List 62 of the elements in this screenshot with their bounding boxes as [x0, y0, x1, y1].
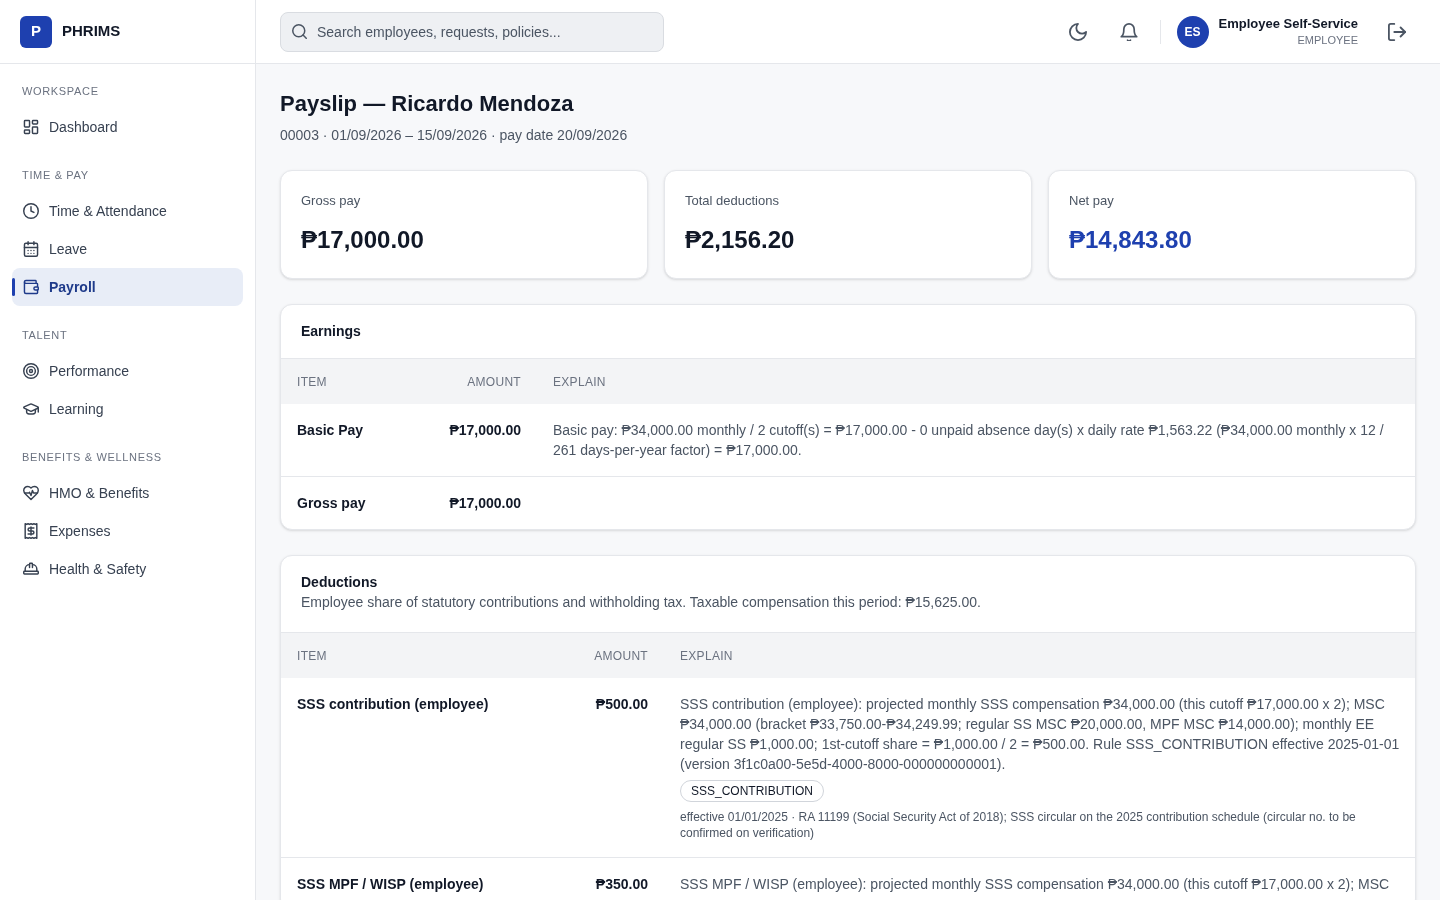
- app-logo: P: [20, 15, 52, 48]
- explanation-text: SSS contribution (employee): projected monthly SSS compensation ₱34,000.00 (this cutoff ₱17,000.00 x 2); MSC ₱34,000.00 (bracket ₱33,750.00-₱34,249.99; regular SS MSC ₱20,000.00, MPF MSC ₱14,000.00); monthly EE regular SS ₱1,000.00; 1st-cutoff share = ₱1,000.00 / 2 = ₱500.00. Rule SSS_CONTRIBUTION effective 2025-01-01 (version 3f1c0a00-5e5d-4000-8000-000000000001).: [680, 695, 1401, 774]
- sidebar-item[interactable]: HMO & Benefits: [12, 474, 243, 512]
- section-description: Employee share of statutory contributions and withholding tax. Taxable compensation this period: ₱15,625.00.: [301, 593, 981, 612]
- sidebar-item[interactable]: Learning: [12, 390, 243, 428]
- legal-basis-text: effective 01/01/2025 · RA 11199 (Social Security Act of 2018); SSS circular on the 2025 contribution schedule (circular no. to be confirmed on verification): [680, 809, 1357, 841]
- search-icon: [292, 23, 307, 39]
- hard-hat-icon: [23, 561, 39, 577]
- sidebar-item[interactable]: Dashboard: [12, 108, 243, 146]
- user-role: EMPLOYEE: [1297, 33, 1358, 47]
- section-label: TIME & PAY: [21, 168, 90, 183]
- target-icon: [23, 363, 39, 379]
- heart-pulse-icon: [23, 485, 39, 501]
- amount-text: ₱17,000.00: [449, 494, 521, 513]
- section-label: WORKSPACE: [21, 84, 100, 99]
- grid-icon: [23, 119, 39, 135]
- clock-icon: [23, 203, 39, 219]
- user-avatar[interactable]: ES: [1176, 15, 1209, 48]
- column-header: ITEM: [297, 373, 327, 390]
- column-header: AMOUNT: [594, 647, 648, 664]
- wallet-icon: [23, 279, 39, 295]
- amount-text: ₱500.00: [595, 695, 648, 714]
- section-title: Earnings: [301, 322, 361, 341]
- sidebar-item[interactable]: Payroll: [12, 268, 243, 306]
- item-name: SSS MPF / WISP (employee): [297, 875, 484, 894]
- receipt-icon: [23, 523, 39, 539]
- item-name: SSS contribution (employee): [297, 695, 489, 714]
- sidebar-item[interactable]: Leave: [12, 230, 243, 268]
- card-label: Total deductions: [685, 192, 779, 210]
- sidebar-item[interactable]: Time & Attendance: [12, 192, 243, 230]
- card-value: ₱14,843.80: [1069, 225, 1192, 255]
- page-subtitle: 00003 · 01/09/2026 – 15/09/2026 · pay date 20/09/2026: [280, 126, 628, 145]
- bell-icon: [1119, 22, 1138, 41]
- column-header: EXPLAIN: [680, 647, 733, 664]
- page-title: Payslip — Ricardo Mendoza: [280, 90, 574, 118]
- sidebar-item[interactable]: Expenses: [12, 512, 243, 550]
- search-field[interactable]: Search employees, requests, policies...: [280, 11, 664, 52]
- column-header: ITEM: [297, 647, 327, 664]
- calendar-icon: [23, 241, 39, 257]
- sidebar-item[interactable]: Performance: [12, 352, 243, 390]
- column-header: EXPLAIN: [553, 373, 606, 390]
- graduation-cap-icon: [23, 401, 39, 417]
- logout-icon: [1388, 22, 1406, 41]
- amount-text: ₱350.00: [595, 875, 648, 894]
- explanation-text: SSS MPF / WISP (employee): projected monthly SSS compensation ₱34,000.00 (this cutoff ₱17,000.00 x 2); MSC: [680, 875, 1390, 894]
- section-label: BENEFITS & WELLNESS: [21, 450, 163, 465]
- sidebar-item[interactable]: Health & Safety: [12, 550, 243, 588]
- item-name: Gross pay: [297, 494, 366, 513]
- rule-code-tag: SSS_CONTRIBUTION: [680, 780, 824, 802]
- card-value: ₱17,000.00: [301, 225, 424, 255]
- column-header: AMOUNT: [467, 373, 521, 390]
- amount-text: ₱17,000.00: [449, 421, 521, 440]
- item-name: Basic Pay: [297, 421, 364, 440]
- explanation-text: Basic pay: ₱34,000.00 monthly / 2 cutoff(s) = ₱17,000.00 - 0 unpaid absence day(s) x daily rate ₱1,563.22 (₱34,000.00 monthly x 12 / 261 days-per-year factor) = ₱17,000.00.: [553, 421, 1385, 460]
- section-title: Deductions: [301, 573, 378, 592]
- section-label: TALENT: [21, 328, 69, 343]
- user-name: Employee Self-Service: [1218, 16, 1358, 32]
- card-label: Gross pay: [301, 192, 361, 210]
- card-label: Net pay: [1069, 192, 1114, 210]
- moon-icon: [1068, 22, 1087, 41]
- app-name: PHRIMS: [62, 21, 121, 42]
- card-value: ₱2,156.20: [685, 225, 795, 255]
